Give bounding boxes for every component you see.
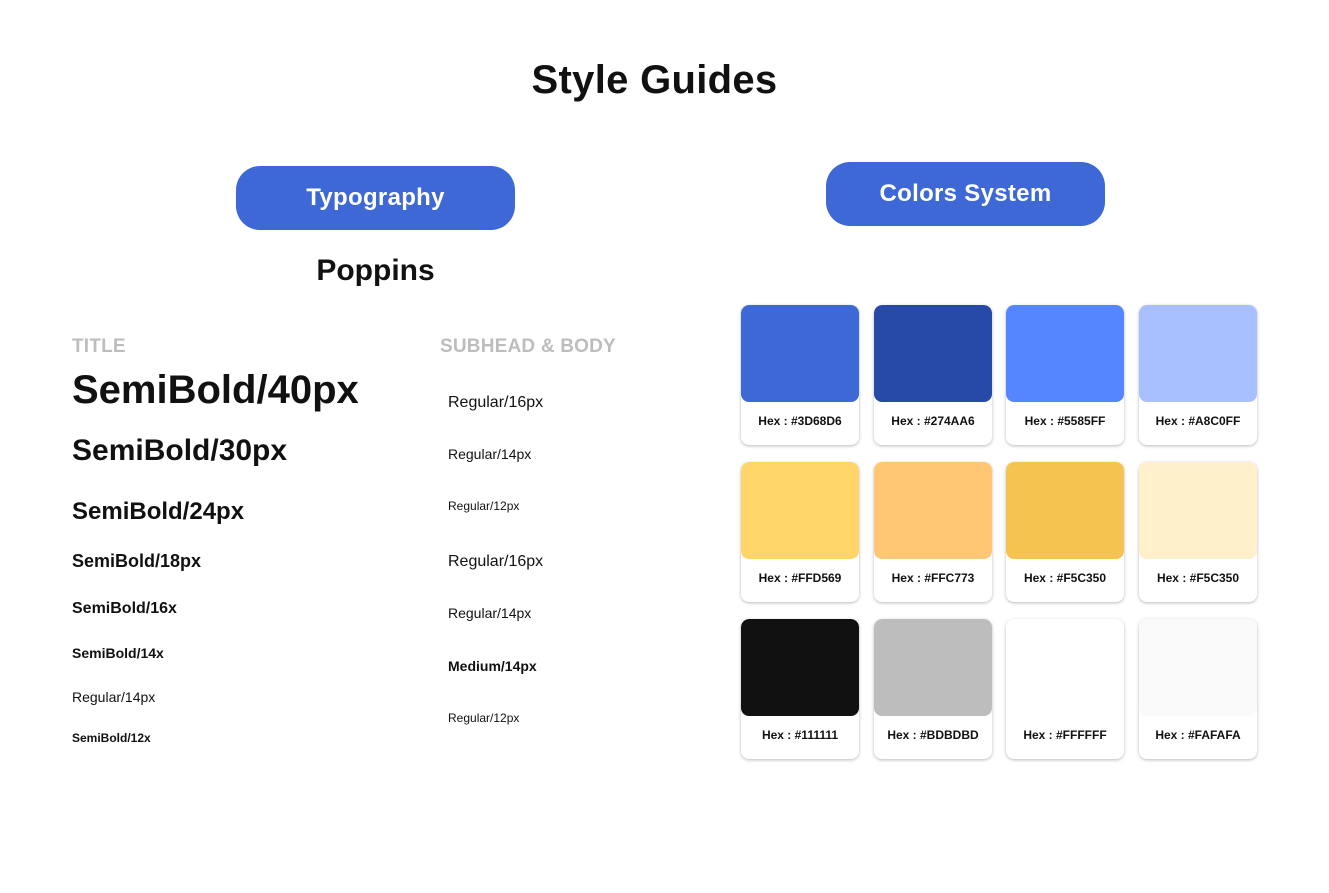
hex-label: Hex : #FFC773	[891, 571, 975, 585]
typography-button[interactable]: Typography	[236, 166, 515, 230]
hex-label: Hex : #FFD569	[758, 571, 842, 585]
title-sample-30: SemiBold/30px	[72, 434, 288, 467]
hex-label: Hex : #F5C350	[1023, 571, 1107, 585]
title-sample-12: SemiBold/12x	[72, 731, 151, 745]
color-swatch-card[interactable]: Hex : #BDBDBD	[874, 619, 992, 759]
color-swatch	[1006, 462, 1124, 559]
title-sample-14: SemiBold/14x	[72, 645, 164, 661]
color-swatch-card[interactable]: Hex : #F5C350	[1006, 462, 1124, 602]
body-sample-12-b: Regular/12px	[448, 711, 520, 725]
color-swatch	[874, 305, 992, 402]
hex-label: Hex : #111111	[761, 728, 839, 742]
color-swatch-card[interactable]: Hex : #FFFFFF	[1006, 619, 1124, 759]
hex-label: Hex : #A8C0FF	[1155, 414, 1241, 428]
title-sample-24: SemiBold/24px	[72, 498, 245, 525]
color-swatch	[1139, 462, 1257, 559]
color-swatch-card[interactable]: Hex : #5585FF	[1006, 305, 1124, 445]
hex-label: Hex : #FFFFFF	[1023, 728, 1107, 742]
color-swatch-card[interactable]: Hex : #FFD569	[741, 462, 859, 602]
color-swatch-card[interactable]: Hex : #274AA6	[874, 305, 992, 445]
title-sample-40: SemiBold/40px	[72, 368, 359, 412]
color-swatch-card[interactable]: Hex : #3D68D6	[741, 305, 859, 445]
color-swatch	[741, 462, 859, 559]
hex-label: Hex : #FAFAFA	[1155, 728, 1241, 742]
color-swatch	[741, 619, 859, 716]
hex-label: Hex : #274AA6	[891, 414, 975, 428]
hex-label: Hex : #F5C350	[1156, 571, 1240, 585]
font-name: Poppins	[316, 254, 435, 287]
color-swatch	[741, 305, 859, 402]
color-swatch	[1139, 619, 1257, 716]
hex-label: Hex : #3D68D6	[758, 414, 842, 428]
body-sample-14-b: Regular/14px	[448, 605, 532, 621]
color-swatch	[874, 462, 992, 559]
title-sample-18: SemiBold/18px	[72, 551, 202, 571]
color-swatch-card[interactable]: Hex : #111111	[741, 619, 859, 759]
body-sample-16: Regular/16px	[448, 394, 544, 411]
body-sample-12: Regular/12px	[448, 499, 520, 513]
color-swatch-card[interactable]: Hex : #FFC773	[874, 462, 992, 602]
title-sample-16: SemiBold/16x	[72, 600, 177, 617]
title-sample-regular-14: Regular/14px	[72, 689, 156, 705]
color-swatch	[1139, 305, 1257, 402]
body-sample-medium-14: Medium/14px	[448, 658, 537, 674]
body-sample-14: Regular/14px	[448, 446, 532, 462]
color-swatch	[1006, 305, 1124, 402]
color-swatch-card[interactable]: Hex : #FAFAFA	[1139, 619, 1257, 759]
colors-system-button[interactable]: Colors System	[826, 162, 1105, 226]
color-swatch-card[interactable]: Hex : #A8C0FF	[1139, 305, 1257, 445]
title-column-heading: TITLE	[72, 336, 126, 357]
color-swatch	[874, 619, 992, 716]
hex-label: Hex : #BDBDBD	[887, 728, 979, 742]
color-swatch	[1006, 619, 1124, 716]
page-title: Style Guides	[531, 58, 778, 102]
hex-label: Hex : #5585FF	[1024, 414, 1106, 428]
color-swatch-card[interactable]: Hex : #F5C350	[1139, 462, 1257, 602]
body-column-heading: SUBHEAD & BODY	[440, 336, 616, 357]
body-sample-16-b: Regular/16px	[448, 553, 544, 570]
